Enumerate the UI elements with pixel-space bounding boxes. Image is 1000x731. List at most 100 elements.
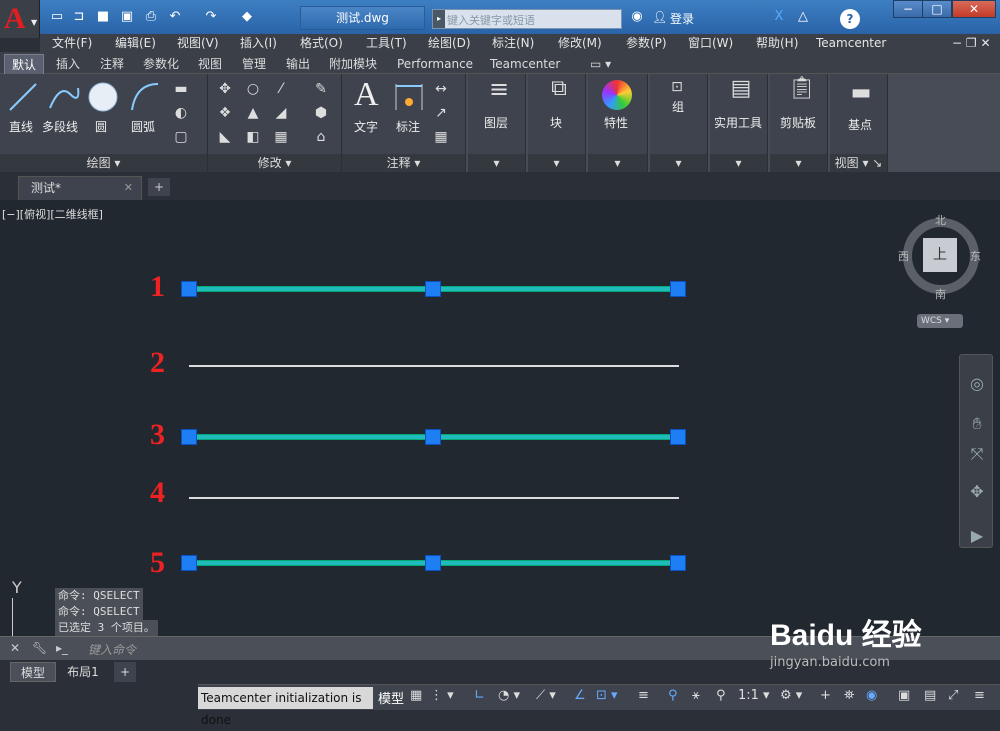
grip-end-5[interactable] (670, 555, 686, 571)
boundary-icon[interactable]: ▢ (172, 128, 190, 146)
compass-north[interactable]: 北 (935, 212, 946, 228)
circle-icon[interactable] (86, 80, 120, 114)
minimize-button[interactable]: − (893, 0, 923, 18)
menu-view[interactable]: 视图(V) (177, 34, 219, 52)
polyline-label[interactable]: 多段线 (42, 118, 78, 135)
dimension-label[interactable]: 标注 (396, 118, 420, 135)
close-icon[interactable]: ✕ (124, 177, 133, 199)
open-icon[interactable]: ⊐ (70, 8, 88, 26)
tab-model[interactable]: 模型 (10, 662, 56, 682)
line-label[interactable]: 直线 (9, 118, 33, 135)
text-label[interactable]: 文字 (354, 118, 378, 135)
properties-expand[interactable]: ▾ (588, 154, 647, 172)
a360-icon[interactable]: △ (794, 8, 812, 26)
undo-icon[interactable]: ↶ (166, 8, 184, 26)
lineweight-icon[interactable]: ≡ (638, 688, 649, 703)
rotate-icon[interactable]: ○ (244, 80, 262, 98)
binoculars-icon[interactable]: ◉ (628, 8, 646, 26)
menu-insert[interactable]: 插入(I) (240, 34, 277, 52)
command-prompt-icon[interactable]: ▸_ (56, 641, 68, 655)
grip-mid-1[interactable] (425, 281, 441, 297)
menu-tools[interactable]: 工具(T) (366, 34, 407, 52)
base-view-icon[interactable]: ▬ (848, 82, 874, 112)
add-icon[interactable]: + (820, 688, 831, 703)
line-icon[interactable] (6, 80, 40, 114)
orbit-icon[interactable]: ✥ (966, 481, 988, 503)
line-2[interactable] (189, 365, 679, 367)
view-panel-footer[interactable]: 视图 ▾ ↘ (830, 154, 887, 172)
document-tab[interactable]: 测试* ✕ (18, 176, 142, 200)
grip-mid-5[interactable] (425, 555, 441, 571)
grip-start-3[interactable] (181, 429, 197, 445)
arc-label[interactable]: 圆弧 (131, 118, 155, 135)
osnap-icon[interactable]: ∠ (574, 688, 586, 703)
utilities-label[interactable]: 实用工具 (714, 114, 762, 131)
grip-end-3[interactable] (670, 429, 686, 445)
login-button[interactable]: 登录 (670, 10, 694, 27)
arc-icon[interactable] (128, 80, 162, 114)
mirror-icon[interactable]: ▲ (244, 104, 262, 122)
plot-icon[interactable]: ⎙ (142, 8, 160, 26)
save-as-icon[interactable]: ▣ (118, 8, 136, 26)
tab-manage[interactable]: 管理 (242, 54, 266, 74)
auto-scale-icon[interactable]: ⚹ (692, 688, 700, 703)
osnap-track-icon[interactable]: ⟋ ▾ (536, 688, 556, 703)
table-icon[interactable]: ▦ (432, 128, 450, 146)
tab-output[interactable]: 输出 (286, 54, 310, 74)
group-label[interactable]: 组 (672, 98, 684, 115)
annotation-scale-icon[interactable]: ⚲ (716, 688, 726, 703)
menu-dimension[interactable]: 标注(N) (492, 34, 534, 52)
menu-modify[interactable]: 修改(M) (558, 34, 602, 52)
drawing-canvas[interactable]: [−][俯视][二维线框] 1 2 3 4 5 上 北 南 东 西 WCS ▾ … (0, 200, 1000, 660)
explode-icon[interactable]: ⬢ (312, 104, 330, 122)
menu-parametric[interactable]: 参数(P) (626, 34, 667, 52)
trim-icon[interactable]: ⁄ (272, 80, 290, 98)
workspace-icon[interactable]: ◆ (238, 8, 256, 26)
annotation-visibility-icon[interactable]: ⚲ (668, 688, 678, 703)
viewport-controls[interactable]: [−][俯视][二维线框] (2, 206, 103, 222)
menu-file[interactable]: 文件(F) (52, 34, 92, 52)
close-button[interactable]: ✕ (952, 0, 996, 18)
polar-icon[interactable]: ◔ ▾ (498, 688, 520, 703)
menu-help[interactable]: 帮助(H) (756, 34, 798, 52)
draw-panel-footer[interactable]: 绘图 ▾ (0, 154, 207, 172)
workspace-switch-icon[interactable]: ⚙ ▾ (780, 688, 802, 703)
steering-wheel-icon[interactable]: ◎ (966, 373, 988, 395)
grip-start-1[interactable] (181, 281, 197, 297)
compass-east[interactable]: 东 (970, 248, 981, 264)
calculator-icon[interactable]: ▤ (728, 78, 754, 108)
compass-south[interactable]: 南 (935, 286, 946, 302)
hardware-accel-icon[interactable]: ◉ (866, 688, 877, 703)
ribbon-toggle-icon[interactable]: ▭ ▾ (590, 54, 611, 74)
group-icon[interactable]: ⊡ (668, 78, 686, 96)
exchange-icon[interactable]: X (770, 8, 788, 26)
text-icon[interactable]: A (354, 76, 379, 114)
leader-icon[interactable]: ↗ (432, 104, 450, 122)
block-icon[interactable]: ⧉ (546, 78, 572, 108)
menu-edit[interactable]: 编辑(E) (115, 34, 156, 52)
clean-screen-icon[interactable]: ▣ (898, 688, 910, 703)
compass-west[interactable]: 西 (898, 248, 909, 264)
redo-icon[interactable]: ↷ (202, 8, 220, 26)
properties-label[interactable]: 特性 (604, 114, 628, 131)
tab-annotate[interactable]: 注释 (100, 54, 124, 74)
erase-icon[interactable]: ✎ (312, 80, 330, 98)
close-command-icon[interactable]: ✕ (10, 641, 20, 655)
menu-format[interactable]: 格式(O) (300, 34, 343, 52)
properties-icon[interactable] (602, 80, 632, 110)
block-expand[interactable]: ▾ (528, 154, 585, 172)
save-icon[interactable]: ■ (94, 8, 112, 26)
grip-mid-3[interactable] (425, 429, 441, 445)
block-label[interactable]: 块 (550, 114, 562, 131)
menu-teamcenter[interactable]: Teamcenter (816, 34, 886, 52)
snap-icon[interactable]: ⋮ ▾ (430, 688, 454, 703)
new-tab-button[interactable]: + (148, 178, 170, 196)
dynamic-ucs-icon[interactable]: ⊡ ▾ (596, 688, 618, 703)
doc-window-controls[interactable]: − ❐ ✕ (952, 34, 991, 52)
scale-icon[interactable]: ◧ (244, 128, 262, 146)
utilities-expand[interactable]: ▾ (710, 154, 767, 172)
polyline-icon[interactable] (46, 80, 80, 114)
menu-draw[interactable]: 绘图(D) (428, 34, 471, 52)
offset-icon[interactable]: ⌂ (312, 128, 330, 146)
tab-default[interactable]: 默认 (4, 54, 44, 74)
